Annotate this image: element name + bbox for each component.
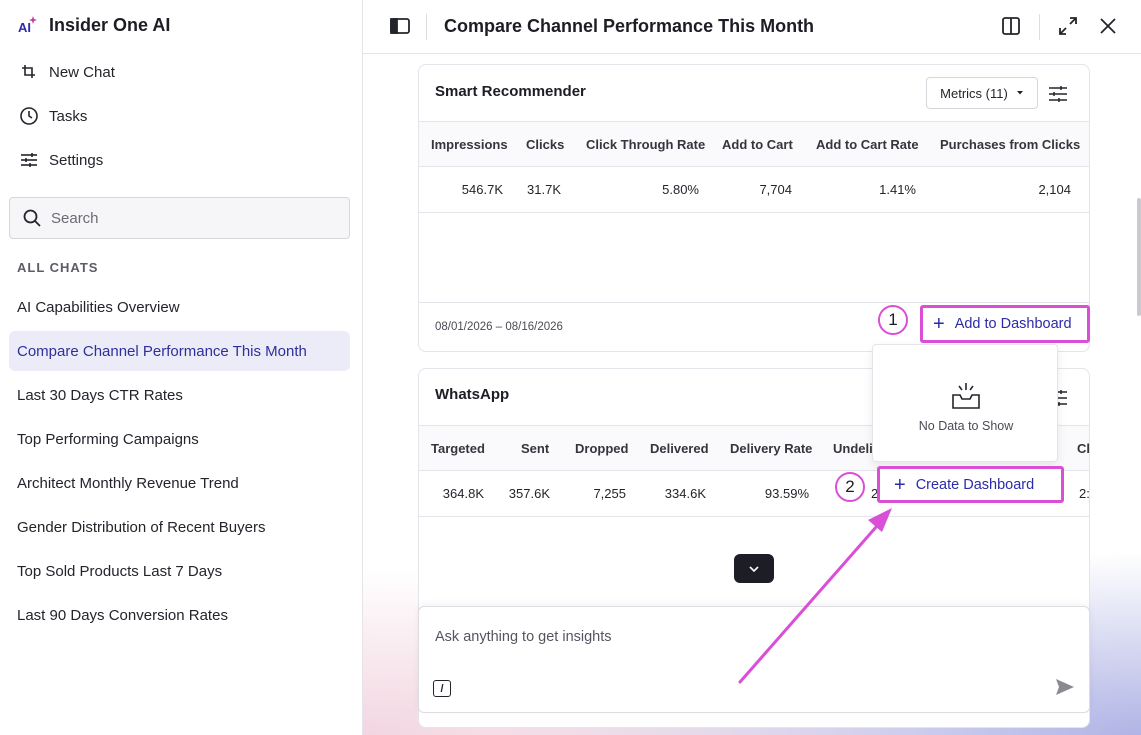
sliders-icon [21,153,37,167]
chat-item[interactable]: Top Performing Campaigns [9,419,350,459]
new-chat-icon [22,65,35,78]
column-header: Targeted [431,440,485,456]
table-header-row: Impressions Clicks Click Through Rate Ad… [419,121,1089,167]
column-header: Clicks [526,136,565,152]
page-title: Compare Channel Performance This Month [444,16,815,36]
svg-text:AI: AI [18,20,31,35]
no-data-text: No Data to Show [918,419,1014,433]
tasks-label: Tasks [49,107,88,125]
chat-item[interactable]: Gender Distribution of Recent Buyers [9,507,350,547]
app-title: Insider One AI [49,14,171,35]
chat-item[interactable]: AI Capabilities Overview [9,287,350,327]
step-2-marker: 2 [835,472,865,502]
table-cell: 2,104 [1038,181,1071,197]
create-dashboard-label: Create Dashboard [915,476,1035,493]
sidebar-toggle-icon[interactable] [389,15,411,37]
close-icon[interactable] [1097,15,1119,37]
table-cell: 357.6K [508,485,550,501]
main-panel: Smart Recommender Metrics (11) Impressio… [363,0,1141,735]
chat-item-active[interactable]: Compare Channel Performance This Month [9,331,350,371]
chat-item[interactable]: Last 90 Days Conversion Rates [9,595,350,635]
settings-label: Settings [49,151,104,169]
column-header: Dropped [575,440,629,456]
metrics-dropdown[interactable]: Metrics (11) [926,77,1038,109]
clock-icon [20,107,38,125]
new-chat-label: New Chat [49,63,115,81]
add-to-dashboard-button[interactable]: + Add to Dashboard [920,305,1090,343]
column-header: Undeli [833,440,873,456]
split-view-icon[interactable] [1000,15,1022,37]
search-input[interactable]: Search [9,197,350,239]
card-title: WhatsApp [435,386,510,403]
composer-input[interactable]: Ask anything to get insights [435,629,612,645]
caret-down-icon [1016,91,1023,95]
search-icon [23,209,41,227]
table-cell: 93.59% [764,485,809,501]
new-chat-button[interactable]: New Chat [19,62,115,82]
chevron-down-icon [749,565,759,572]
brand: AI Insider One AI [17,14,170,36]
column-header: Impressions [431,136,508,152]
table-cell: 31.7K [527,181,561,197]
column-header: Delivered [650,440,709,456]
column-header: Click Through Rate [586,136,706,152]
filter-sliders-icon[interactable] [1048,85,1068,103]
column-header: Sent [521,440,550,456]
table-cell: 364.8K [442,485,484,501]
table-cell: 7,704 [759,181,792,197]
dashboard-dropdown: No Data to Show [872,344,1058,462]
table-cell: 334.6K [664,485,706,501]
table-cell: 5.80% [662,181,699,197]
plus-icon: + [933,313,945,335]
card-title: Smart Recommender [435,83,586,100]
chat-composer[interactable]: Ask anything to get insights / [418,606,1090,713]
sidebar: AI Insider One AI New Chat Tasks Setting… [0,0,363,735]
table-cell: 7,255 [593,485,626,501]
empty-inbox-icon [952,383,980,409]
divider [426,14,427,40]
scroll-down-button[interactable] [734,554,774,583]
table-cell: 546.7K [461,181,503,197]
chat-item[interactable]: Top Sold Products Last 7 Days [9,551,350,591]
send-icon[interactable] [1055,678,1075,696]
table-row: 546.7K 31.7K 5.80% 7,704 1.41% 2,104 [419,167,1089,213]
chat-item[interactable]: Architect Monthly Revenue Trend [9,463,350,503]
plus-icon: + [894,473,906,496]
column-header: Purchases from Clicks [940,136,1081,152]
add-to-dashboard-label: Add to Dashboard [954,316,1072,332]
column-header: Add to Cart Rate [816,136,919,152]
settings-button[interactable]: Settings [19,150,103,170]
scrollbar[interactable] [1137,198,1141,316]
column-header: Add to Cart [722,136,793,152]
search-placeholder: Search [51,209,99,227]
chat-item[interactable]: Last 30 Days CTR Rates [9,375,350,415]
create-dashboard-button[interactable]: + Create Dashboard [877,466,1064,503]
ai-sparkle-logo-icon: AI [18,16,37,35]
tasks-button[interactable]: Tasks [19,106,87,126]
column-header: Cl [1077,440,1090,456]
expand-icon[interactable] [1057,15,1079,37]
date-range: 08/01/2026 – 08/16/2026 [435,321,563,333]
metrics-label: Metrics (11) [940,85,1008,101]
table-cell: 2: [1079,485,1090,501]
column-header: Delivery Rate [730,440,813,456]
divider [1039,14,1040,40]
step-1-marker: 1 [878,305,908,335]
all-chats-label: ALL CHATS [17,260,99,275]
slash-command-icon[interactable]: / [433,680,451,697]
top-bar: Compare Channel Performance This Month [363,0,1141,54]
table-cell: 1.41% [879,181,916,197]
